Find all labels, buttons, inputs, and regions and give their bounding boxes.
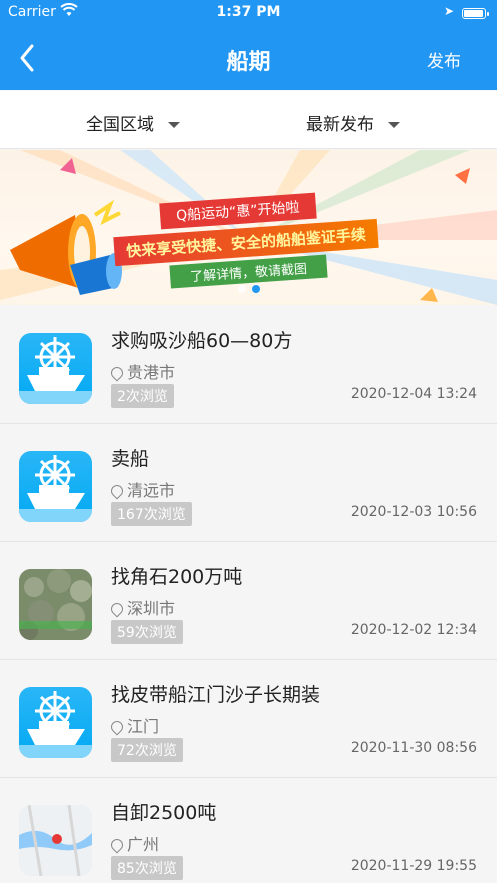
rock-photo [19,569,92,640]
item-location-text: 广州 [127,835,160,854]
region-filter-dropdown[interactable]: 全国区域 [86,110,180,135]
list-item[interactable]: 自卸2500吨 广州 85次浏览 2020-11-29 19:55 [0,778,497,883]
item-title: 卖船 [111,448,150,470]
list-item[interactable]: 卖船 清远市 167次浏览 2020-12-03 10:56 [0,424,497,542]
item-location-text: 贵港市 [127,363,176,382]
status-bar: Carrier 1:37 PM ➤ [0,0,497,26]
sort-filter-dropdown[interactable]: 最新发布 [306,110,400,135]
app-root: Carrier 1:37 PM ➤ 船期 发布 全国区域 最新发布 Q船运动“惠… [0,0,497,883]
publish-button[interactable]: 发布 [427,47,461,72]
header: Carrier 1:37 PM ➤ 船期 发布 [0,0,497,90]
location-pin-icon [108,364,126,382]
item-location-text: 江门 [127,717,160,736]
item-date: 2020-11-30 08:56 [350,740,477,756]
carousel-indicator[interactable] [0,278,497,297]
carousel-dot[interactable] [237,285,246,293]
page-title: 船期 [226,50,271,75]
ship-icon [19,333,92,404]
item-title: 找角石200万吨 [111,566,243,588]
item-location: 广州 [108,831,160,855]
item-location: 贵港市 [108,359,176,383]
battery-icon [462,8,489,19]
views-badge: 2次浏览 [111,384,174,408]
sort-filter-label: 最新发布 [306,115,374,135]
location-pin-icon [108,836,126,854]
chevron-down-icon [388,122,400,128]
item-location: 清远市 [108,477,176,501]
views-badge: 59次浏览 [111,620,183,644]
item-date: 2020-12-03 10:56 [350,504,477,520]
nav-bar: 船期 发布 [0,26,497,90]
views-badge: 167次浏览 [111,502,192,526]
promo-banner[interactable]: Q船运动“惠”开始啦 快来享受快捷、安全的船舶鉴证手续 了解详情，敬请截图 [0,150,497,305]
item-date: 2020-12-04 13:24 [350,386,477,402]
list-item[interactable]: 找角石200万吨 深圳市 59次浏览 2020-12-02 12:34 [0,542,497,660]
ship-icon [19,687,92,758]
item-title: 找皮带船江门沙子长期装 [111,684,321,706]
map-photo [19,805,92,876]
item-title: 自卸2500吨 [111,802,217,824]
filter-bar: 全国区域 最新发布 [0,91,497,149]
item-date: 2020-11-29 19:55 [350,858,477,874]
carousel-dot-active[interactable] [251,285,260,293]
views-badge: 72次浏览 [111,738,183,762]
item-location: 深圳市 [108,595,176,619]
item-location-text: 清远市 [127,481,176,500]
list-item[interactable]: 找皮带船江门沙子长期装 江门 72次浏览 2020-11-30 08:56 [0,660,497,778]
location-arrow-icon: ➤ [444,4,455,18]
chevron-down-icon [168,122,180,128]
location-pin-icon [108,482,126,500]
region-filter-label: 全国区域 [86,115,154,135]
views-badge: 85次浏览 [111,856,183,880]
clock: 1:37 PM [216,4,281,20]
location-pin-icon [108,600,126,618]
item-date: 2020-12-02 12:34 [350,622,477,638]
ship-schedule-list: 求购吸沙船60—80方 贵港市 2次浏览 2020-12-04 13:24 卖船… [0,306,497,883]
item-location: 江门 [108,713,160,737]
ship-icon [19,451,92,522]
item-location-text: 深圳市 [127,599,176,618]
location-pin-icon [108,718,126,736]
list-item[interactable]: 求购吸沙船60—80方 贵港市 2次浏览 2020-12-04 13:24 [0,306,497,424]
item-title: 求购吸沙船60—80方 [111,330,293,352]
